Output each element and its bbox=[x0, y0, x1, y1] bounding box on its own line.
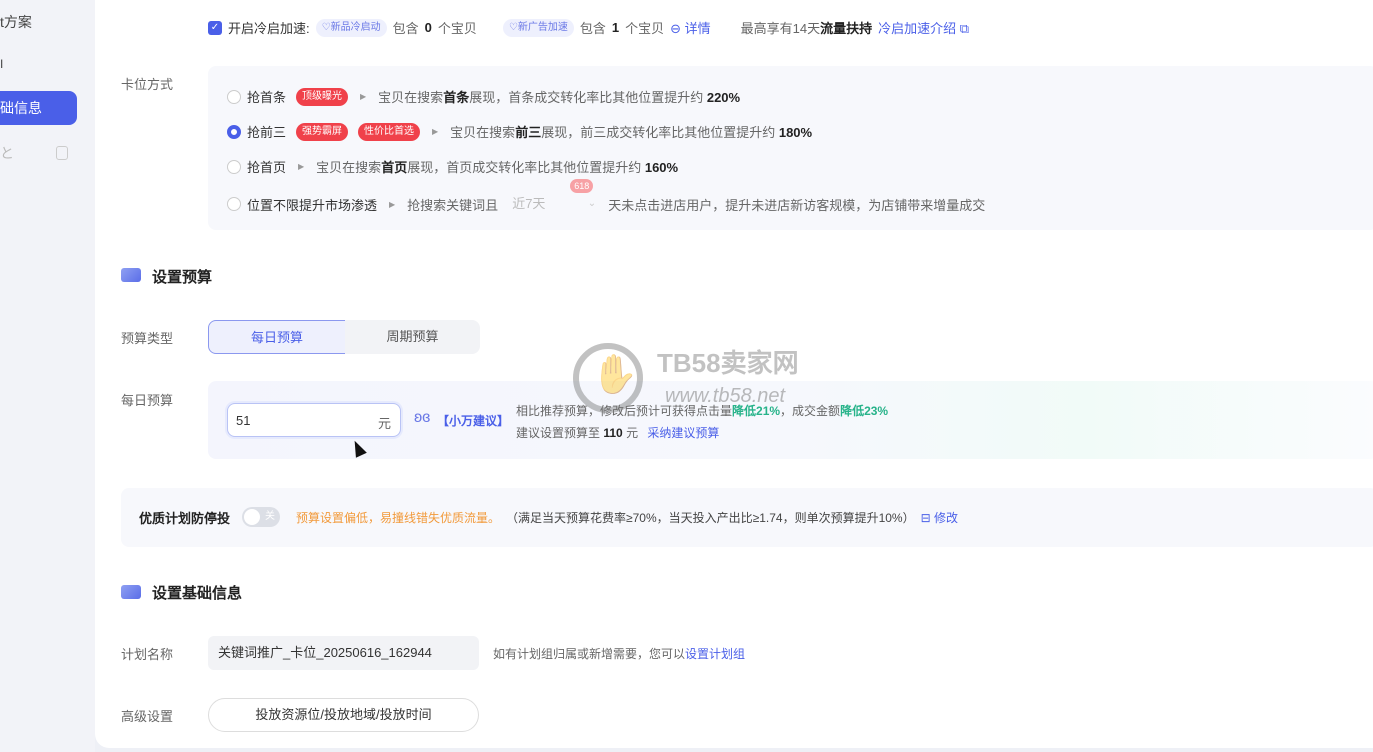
sidebar-item-basic-info[interactable]: 础信息 bbox=[0, 91, 77, 125]
option-desc: 抢搜索关键词且 bbox=[407, 197, 499, 213]
sidebar-item-4[interactable]: と bbox=[0, 136, 14, 170]
daily-budget-input[interactable]: 51 元 bbox=[227, 403, 401, 437]
budget-type-period[interactable]: 周期预算 bbox=[345, 320, 480, 354]
advice-tag: 【小万建议】 bbox=[437, 414, 510, 428]
triangle-icon: ▶ bbox=[298, 162, 305, 171]
guard-rule: （满足当天预算花费率≥70%，当天投入产出比≥1.74，则单次预算提升10%） bbox=[506, 510, 915, 525]
tag-top-exposure: 顶级曝光 bbox=[296, 87, 349, 106]
set-plan-group-link[interactable]: 设置计划组 bbox=[685, 647, 745, 661]
slot-option-unlimited[interactable]: 位置不限提升市场渗透 ▶ 抢搜索关键词且 近7天 ⌄ 618 天未点击进店用户，… bbox=[227, 179, 986, 217]
tag-dominate: 强势霸屏 bbox=[296, 122, 349, 141]
plan-name-label: 计划名称 bbox=[121, 647, 174, 662]
cold-start-checkbox[interactable]: ✓ bbox=[208, 20, 222, 35]
option-title: 抢前三 bbox=[247, 125, 287, 140]
tag-value: 性价比首选 bbox=[358, 122, 421, 141]
cold-start-row: ✓ 开启冷启加速: ♡新品冷启动 包含 0 个宝贝 ♡新广告加速 包含 1 个宝贝 ⊖ … bbox=[208, 18, 969, 37]
guard-label: 优质计划防停投 bbox=[139, 510, 231, 526]
slot-method-label: 卡位方式 bbox=[121, 77, 174, 92]
advanced-label: 高级设置 bbox=[121, 709, 174, 724]
advice-line-2: 建议设置预算至 110 元 采纳建议预算 bbox=[516, 426, 720, 440]
budget-type-label: 预算类型 bbox=[121, 331, 174, 346]
option-title: 位置不限提升市场渗透 bbox=[247, 197, 378, 213]
basic-section-title: 设置基础信息 bbox=[152, 585, 243, 602]
new-product-tag: ♡新品冷启动 bbox=[315, 18, 387, 37]
count-new-ad: 1 bbox=[611, 20, 620, 35]
cold-start-label: 开启冷启加速: bbox=[228, 21, 310, 36]
sidebar-item-label: 础信息 bbox=[0, 100, 42, 116]
items-text-2: 个宝贝 bbox=[625, 21, 665, 36]
count-new-product: 0 bbox=[424, 20, 432, 35]
lock-icon bbox=[56, 146, 68, 160]
sidebar-item-2[interactable]: I bbox=[0, 47, 3, 81]
option-desc: 宝贝在搜索前三展现，前三成交转化率比其他位置提升约 180% bbox=[450, 125, 813, 140]
option-desc: 宝贝在搜索首页展现，首页成交转化率比其他位置提升约 160% bbox=[316, 160, 679, 175]
plan-name-input[interactable]: 关键词推广_卡位_20250616_162944 bbox=[208, 636, 479, 670]
option-desc: 宝贝在搜索首条展现，首条成交转化率比其他位置提升约 220% bbox=[378, 90, 741, 105]
sidebar-item-plan[interactable]: t方案 bbox=[0, 5, 32, 39]
triangle-icon: ▶ bbox=[360, 92, 367, 101]
adopt-advice-link[interactable]: 采纳建议预算 bbox=[647, 426, 719, 440]
budget-section-title: 设置预算 bbox=[152, 269, 213, 286]
guard-edit-link[interactable]: ⊟ 修改 bbox=[921, 509, 958, 526]
contains-text: 包含 bbox=[392, 21, 419, 36]
section-icon bbox=[121, 268, 141, 282]
triangle-icon: ▶ bbox=[432, 127, 439, 136]
chevron-down-icon: ⌄ bbox=[587, 198, 597, 209]
option-title: 抢首条 bbox=[247, 90, 287, 105]
slot-option-top3[interactable]: 抢前三 强势霸屏 性价比首选 ▶ 宝贝在搜索前三展现，前三成交转化率比其他位置提… bbox=[227, 122, 812, 141]
slot-option-firstpage[interactable]: 抢首页 ▶ 宝贝在搜索首页展现，首页成交转化率比其他位置提升约 160% bbox=[227, 157, 678, 176]
guard-row: 优质计划防停投 关 预算设置偏低，易撞线错失优质流量。 （满足当天预算花费率≥7… bbox=[139, 507, 958, 527]
plan-group-hint: 如有计划组归属或新增需要，您可以设置计划组 bbox=[493, 647, 746, 661]
budget-type-daily[interactable]: 每日预算 bbox=[208, 320, 346, 354]
option-title: 抢首页 bbox=[247, 160, 287, 175]
details-link[interactable]: ⊖ 详情 bbox=[670, 18, 711, 37]
option-desc-2: 天未点击进店用户，提升未进店新访客规模，为店铺带来增量成交 bbox=[608, 197, 986, 213]
daily-budget-label: 每日预算 bbox=[121, 393, 174, 408]
radio-firstpage[interactable] bbox=[227, 159, 241, 174]
cold-start-intro-link[interactable]: 冷启加速介绍 ⧉ bbox=[878, 18, 969, 37]
guard-warning: 预算设置偏低，易撞线错失优质流量。 bbox=[296, 510, 501, 525]
support-text: 最高享有14天流量扶持 bbox=[740, 21, 873, 36]
items-text: 个宝贝 bbox=[437, 21, 477, 36]
days-select[interactable]: 近7天 ⌄ 618 bbox=[504, 179, 602, 217]
badge-618: 618 bbox=[570, 179, 594, 193]
radio-top3[interactable] bbox=[227, 124, 241, 139]
budget-amount: 51 bbox=[236, 413, 251, 428]
budget-unit: 元 bbox=[377, 416, 391, 431]
sidebar: t方案 I 础信息 と bbox=[0, 0, 95, 752]
contains-text-2: 包含 bbox=[579, 21, 606, 36]
section-icon bbox=[121, 585, 141, 599]
advanced-settings-button[interactable]: 投放资源位/投放地域/投放时间 bbox=[208, 698, 479, 732]
triangle-icon: ▶ bbox=[389, 199, 396, 209]
guard-toggle[interactable]: 关 bbox=[242, 507, 281, 527]
slot-option-first[interactable]: 抢首条 顶级曝光 ▶ 宝贝在搜索首条展现，首条成交转化率比其他位置提升约 220… bbox=[227, 87, 740, 106]
mascot-icon: ʚɞ bbox=[414, 409, 431, 426]
radio-first[interactable] bbox=[227, 89, 241, 104]
new-ad-tag: ♡新广告加速 bbox=[502, 18, 574, 37]
radio-unlimited[interactable] bbox=[227, 197, 241, 211]
